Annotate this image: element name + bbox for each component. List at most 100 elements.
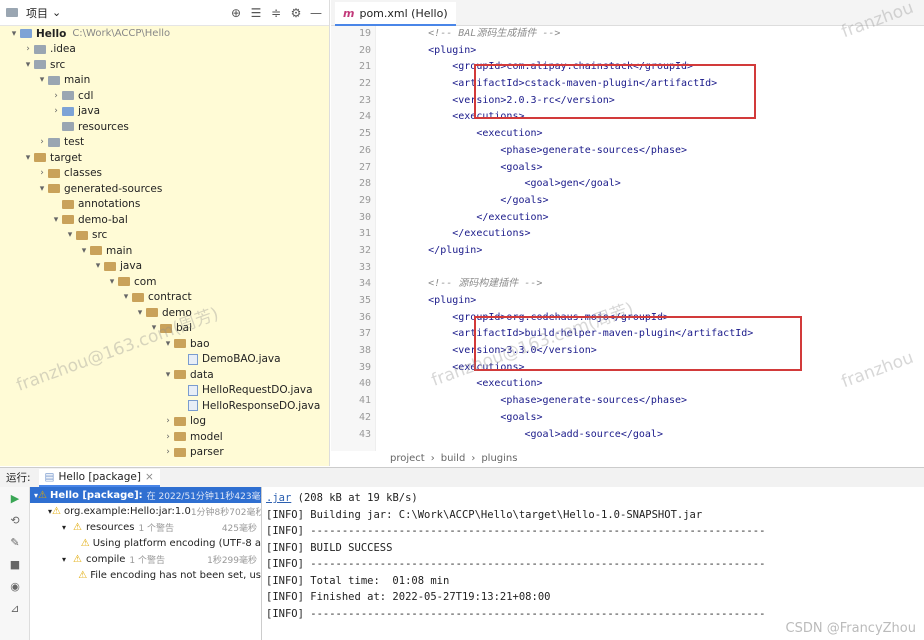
tree-item[interactable]: ▾ demo-bal (0, 212, 329, 228)
tree-item[interactable]: ▾ com (0, 274, 329, 290)
tree-item[interactable]: › cdl (0, 88, 329, 104)
chevron-right-icon[interactable]: › (36, 137, 48, 147)
chevron-down-icon[interactable]: ▾ (36, 184, 48, 194)
tree-item[interactable]: ▾ target (0, 150, 329, 166)
expand-all-icon[interactable]: ≑ (269, 6, 283, 20)
breadcrumb-item[interactable]: project (390, 453, 425, 464)
collapse-all-icon[interactable]: ☰ (249, 6, 263, 20)
breadcrumb-item[interactable]: plugins (481, 453, 517, 464)
chevron-right-icon[interactable]: › (162, 432, 174, 442)
chevron-down-icon[interactable]: ▾ (92, 261, 104, 271)
chevron-down-icon[interactable]: ▾ (78, 246, 90, 256)
chevron-right-icon[interactable]: › (36, 168, 48, 178)
run-tree-label: Using platform encoding (UTF-8 a (92, 537, 261, 549)
chevron-down-icon[interactable]: ▾ (62, 555, 72, 564)
tree-item-label: demo (162, 306, 192, 319)
project-title[interactable]: 项目 ⌄ (6, 5, 223, 21)
chevron-down-icon[interactable]: ▾ (106, 277, 118, 287)
toggle-offline-icon[interactable]: ⟲ (0, 509, 30, 531)
pin-icon[interactable]: ⊿ (0, 597, 30, 619)
chevron-down-icon[interactable]: ▾ (134, 308, 146, 318)
chevron-down-icon[interactable]: ▾ (36, 75, 48, 85)
java-file-icon (188, 400, 198, 412)
console-text: [INFO] Building jar: C:\Work\ACCP\Hello\… (266, 508, 703, 521)
tree-item-label: resources (78, 120, 129, 133)
folder-icon (48, 184, 60, 194)
chevron-right-icon[interactable]: › (50, 91, 62, 101)
tree-item[interactable]: › log (0, 414, 329, 430)
tree-item[interactable]: › model (0, 429, 329, 445)
chevron-down-icon[interactable]: ▾ (162, 370, 174, 380)
minimize-icon[interactable]: — (309, 6, 323, 20)
chevron-down-icon[interactable]: ▾ (148, 323, 160, 333)
console-line: [INFO] Finished at: 2022-05-27T19:13:21+… (266, 589, 924, 606)
chevron-down-icon[interactable]: ▾ (120, 292, 132, 302)
tree-item[interactable]: DemoBAO.java (0, 352, 329, 368)
gear-icon[interactable]: ⚙ (289, 6, 303, 20)
stop-icon[interactable]: ■ (0, 553, 30, 575)
locate-icon[interactable]: ⊕ (229, 6, 243, 20)
tab-pom-xml[interactable]: m pom.xml (Hello) (335, 2, 456, 26)
console-output[interactable]: .jar (208 kB at 19 kB/s) [INFO] Building … (266, 490, 924, 640)
chevron-down-icon[interactable]: ▾ (50, 215, 62, 225)
rerun-icon[interactable]: ▶ (0, 487, 30, 509)
tree-item[interactable]: ▾ main (0, 73, 329, 89)
tree-item-label: HelloRequestDO.java (202, 384, 313, 397)
tree-item[interactable]: ▾ bao (0, 336, 329, 352)
tree-item[interactable]: ▾ src (0, 57, 329, 73)
run-tree-item[interactable]: ▾ ⚠ Hello [package]: 在 2022/5 1分钟11秒423毫秒 (30, 487, 261, 503)
folder-icon (104, 261, 116, 271)
tree-item-label: generated-sources (64, 182, 163, 195)
chevron-down-icon[interactable]: ▾ (22, 60, 34, 70)
chevron-right-icon[interactable]: › (162, 416, 174, 426)
run-tab[interactable]: ▤ Hello [package] × (38, 468, 160, 487)
chevron-down-icon[interactable]: ▾ (8, 29, 20, 39)
eye-icon[interactable]: ◉ (0, 575, 30, 597)
chevron-right-icon[interactable]: › (50, 106, 62, 116)
run-tree-time: 1分钟8秒702毫秒 (190, 507, 262, 518)
code-line: </execution> (380, 211, 549, 223)
tree-item[interactable]: ▾ java (0, 259, 329, 275)
tree-item[interactable]: ▾ contract (0, 290, 329, 306)
highlight-box-plugin-2 (474, 316, 802, 371)
tree-item[interactable]: HelloResponseDO.java (0, 398, 329, 414)
chevron-down-icon[interactable]: ▾ (64, 230, 76, 240)
breadcrumb: project › build › plugins (380, 451, 920, 466)
chevron-down-icon[interactable]: ▾ (22, 153, 34, 163)
close-icon[interactable]: × (145, 471, 154, 483)
tree-item[interactable]: HelloRequestDO.java (0, 383, 329, 399)
maven-run-icon: ▤ (44, 470, 55, 483)
run-tree-item[interactable]: ▾ ⚠ compile 1 个警告 1秒299毫秒 (30, 551, 261, 567)
tree-item[interactable]: › test (0, 135, 329, 151)
run-tree-item[interactable]: ⚠ File encoding has not been set, us (30, 567, 261, 583)
tree-item[interactable]: › java (0, 104, 329, 120)
tree-item[interactable]: ▾ generated-sources (0, 181, 329, 197)
chevron-down-icon[interactable]: ▾ (162, 339, 174, 349)
tree-item[interactable]: ▾ main (0, 243, 329, 259)
tree-item[interactable]: ▾ data (0, 367, 329, 383)
run-tree-item[interactable]: ⚠ Using platform encoding (UTF-8 a (30, 535, 261, 551)
tree-item[interactable]: › .idea (0, 42, 329, 58)
console-line: [INFO] ---------------------------------… (266, 606, 924, 623)
tree-item[interactable]: ▾ src (0, 228, 329, 244)
chevron-right-icon[interactable]: › (22, 44, 34, 54)
console-link[interactable]: .jar (266, 492, 291, 504)
tree-item[interactable]: ▾ demo (0, 305, 329, 321)
run-tree-item[interactable]: ▾ ⚠ resources 1 个警告 425毫秒 (30, 519, 261, 535)
chevron-down-icon[interactable]: ⌄ (52, 6, 61, 19)
run-tree-item[interactable]: ▾ ⚠ org.example:Hello:jar:1.0 1分钟8秒702毫秒 (30, 503, 261, 519)
chevron-down-icon[interactable]: ▾ (62, 523, 72, 532)
line-number: 36 (358, 311, 371, 323)
chevron-right-icon[interactable]: › (162, 447, 174, 457)
tree-item[interactable]: ▾ Hello C:\Work\ACCP\Hello (0, 26, 329, 42)
folder-icon (34, 44, 46, 54)
wrench-icon[interactable]: ✎ (0, 531, 30, 553)
tree-item[interactable]: › parser (0, 445, 329, 461)
run-tree-label: compile (86, 553, 126, 565)
tree-item[interactable]: annotations (0, 197, 329, 213)
breadcrumb-item[interactable]: build (441, 453, 466, 464)
tree-item[interactable]: ▾ bal (0, 321, 329, 337)
tree-item[interactable]: resources (0, 119, 329, 135)
tree-item[interactable]: › classes (0, 166, 329, 182)
folder-icon (62, 215, 74, 225)
